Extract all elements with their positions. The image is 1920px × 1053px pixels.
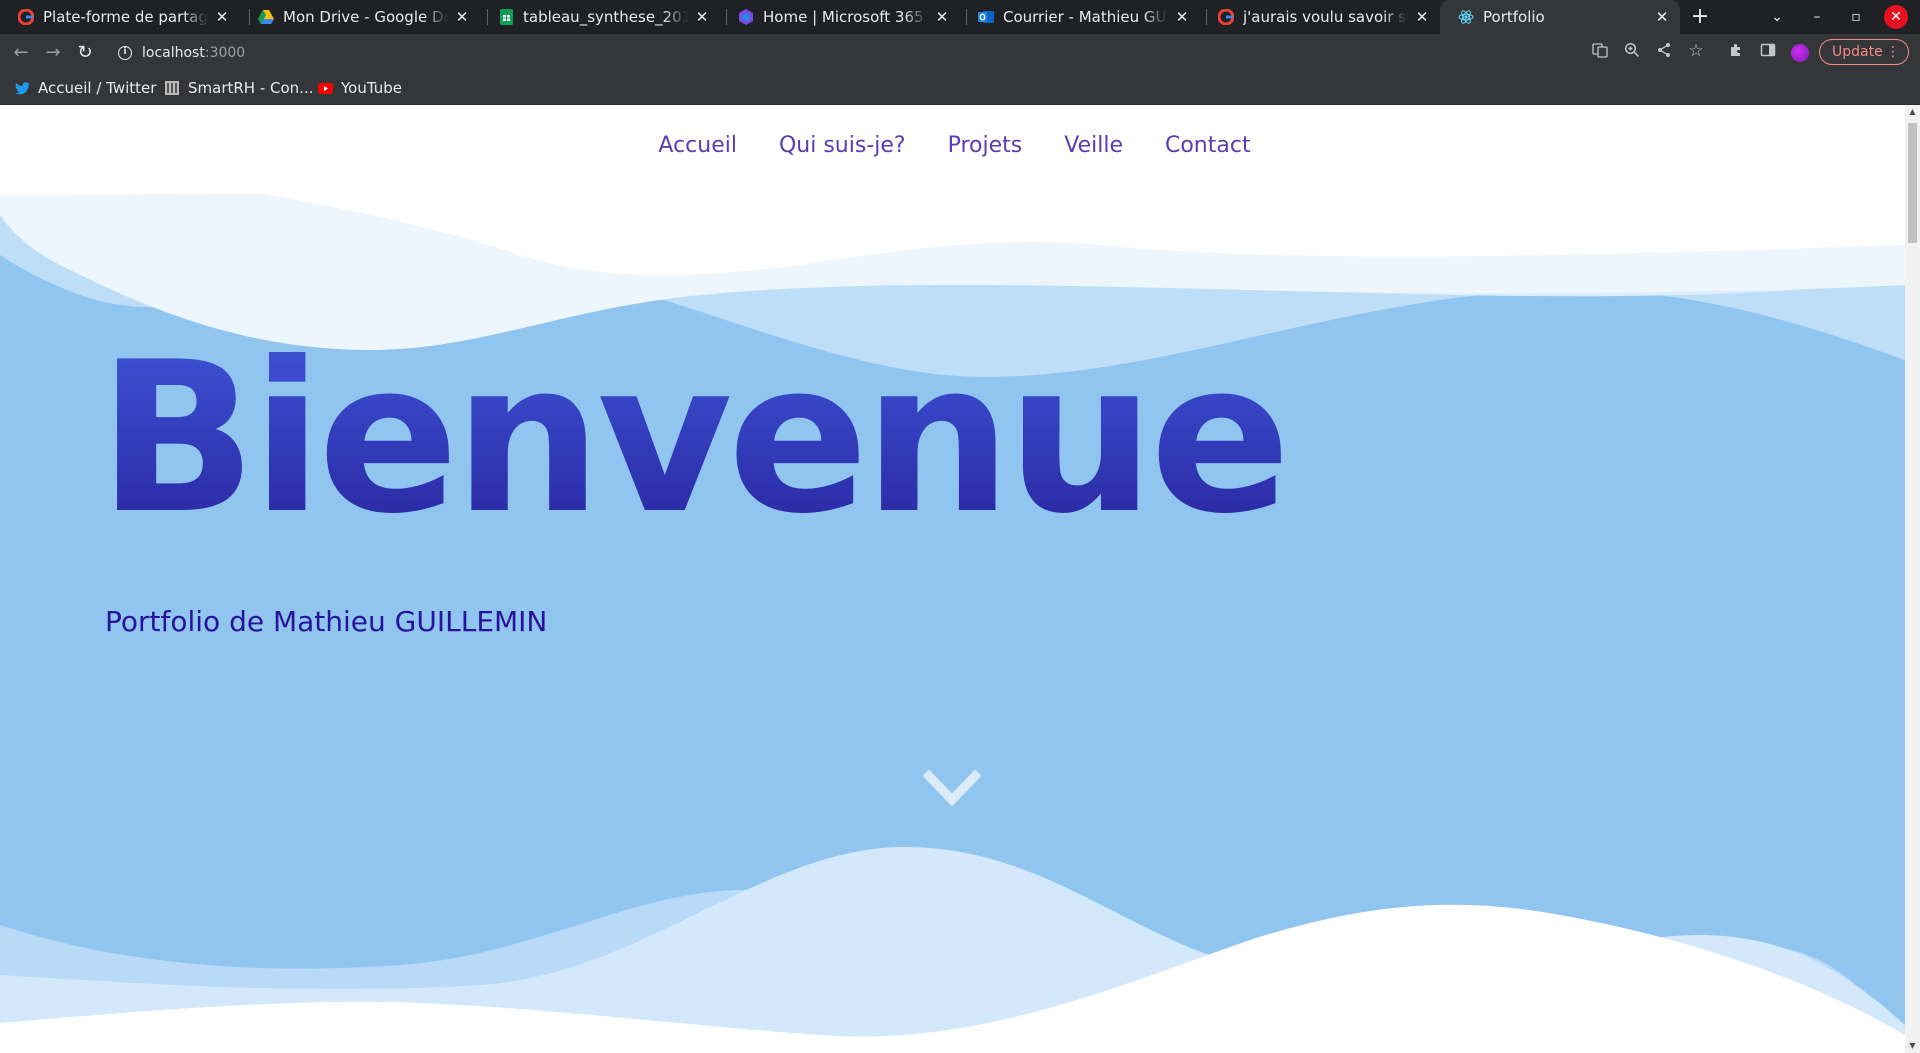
- tab-portfolio[interactable]: Portfolio ✕: [1440, 0, 1680, 34]
- close-tab-icon[interactable]: ✕: [214, 8, 230, 26]
- zoom-icon[interactable]: [1623, 42, 1641, 60]
- close-tab-icon[interactable]: ✕: [694, 8, 710, 26]
- bookmark-star-icon[interactable]: ☆: [1687, 42, 1705, 60]
- close-tab-icon[interactable]: ✕: [1414, 8, 1430, 26]
- chevron-down-icon[interactable]: [922, 769, 982, 810]
- bookmark-smartrh[interactable]: SmartRH - Con...: [164, 78, 314, 98]
- update-button[interactable]: Update ⋮: [1819, 39, 1909, 65]
- tab-google-search[interactable]: j'aurais voulu savoir si po ✕: [1200, 0, 1440, 34]
- close-window-button[interactable]: ✕: [1884, 5, 1908, 29]
- extensions-icon[interactable]: [1727, 42, 1745, 60]
- translate-icon[interactable]: [1591, 42, 1609, 60]
- hero-subtitle: Portfolio de Mathieu GUILLEMIN: [105, 605, 548, 638]
- page-scrollbar[interactable]: ▲ ▼: [1905, 105, 1920, 1053]
- back-button[interactable]: ←: [8, 40, 34, 66]
- nav-qui-suis-je[interactable]: Qui suis-je?: [775, 133, 906, 173]
- profile-avatar[interactable]: [1791, 44, 1809, 62]
- scrollbar-thumb[interactable]: [1908, 123, 1917, 243]
- side-panel-icon[interactable]: [1759, 42, 1777, 60]
- hero-title: Bienvenue: [98, 318, 1291, 560]
- tab-outlook[interactable]: Courrier - Mathieu GUILLE ✕: [960, 0, 1200, 34]
- scroll-up-arrow-icon[interactable]: ▲: [1905, 105, 1920, 119]
- google-icon: [18, 9, 34, 25]
- close-tab-icon[interactable]: ✕: [454, 8, 470, 26]
- menu-dots-icon: ⋮: [1886, 44, 1900, 60]
- minimize-button[interactable]: –: [1805, 5, 1829, 29]
- forward-button[interactable]: →: [40, 40, 66, 66]
- wave-background: [0, 105, 1905, 1053]
- google-drive-icon: [258, 9, 274, 25]
- new-tab-button[interactable]: +: [1687, 4, 1713, 30]
- scroll-down-arrow-icon[interactable]: ▼: [1905, 1039, 1920, 1053]
- browser-toolbar: ← → ↻ i localhost:3000 ☆ Update ⋮: [0, 34, 1920, 71]
- reload-button[interactable]: ↻: [72, 40, 98, 66]
- address-bar[interactable]: i localhost:3000: [106, 37, 1742, 68]
- main-nav: Accueil Qui suis-je? Projets Veille Cont…: [0, 133, 1905, 173]
- tab-google-drive[interactable]: Mon Drive - Google Drive ✕: [240, 0, 480, 34]
- close-tab-icon[interactable]: ✕: [1654, 8, 1670, 26]
- bookmarks-bar: Accueil / Twitter SmartRH - Con... YouTu…: [0, 71, 1920, 105]
- google-icon: [1218, 9, 1234, 25]
- page-viewport: Accueil Qui suis-je? Projets Veille Cont…: [0, 105, 1905, 1053]
- tab-search-icon[interactable]: ⌄: [1765, 5, 1789, 29]
- nav-projets[interactable]: Projets: [944, 133, 1023, 173]
- microsoft-365-icon: [738, 9, 754, 25]
- outlook-icon: [978, 9, 994, 25]
- tab-plateforme[interactable]: Plate-forme de partage de ✕: [0, 0, 240, 34]
- tab-sheets[interactable]: tableau_synthese_201020 ✕: [480, 0, 720, 34]
- site-info-icon[interactable]: i: [118, 45, 132, 60]
- react-icon: [1458, 9, 1474, 25]
- maximize-button[interactable]: ▫: [1844, 5, 1868, 29]
- close-tab-icon[interactable]: ✕: [934, 8, 950, 26]
- tab-strip: Plate-forme de partage de ✕ Mon Drive - …: [0, 0, 1920, 34]
- close-tab-icon[interactable]: ✕: [1174, 8, 1190, 26]
- nav-veille[interactable]: Veille: [1060, 133, 1123, 173]
- share-icon[interactable]: [1655, 42, 1673, 60]
- tab-microsoft-365[interactable]: Home | Microsoft 365 ✕: [720, 0, 960, 34]
- google-sheets-icon: [498, 9, 514, 25]
- smartrh-icon: [164, 80, 180, 96]
- nav-accueil[interactable]: Accueil: [654, 133, 737, 173]
- bookmark-youtube[interactable]: YouTube: [317, 78, 402, 98]
- nav-contact[interactable]: Contact: [1161, 133, 1251, 173]
- url-text: localhost:3000: [142, 44, 246, 61]
- youtube-icon: [317, 80, 333, 96]
- bookmark-twitter[interactable]: Accueil / Twitter: [14, 78, 156, 98]
- twitter-icon: [14, 80, 30, 96]
